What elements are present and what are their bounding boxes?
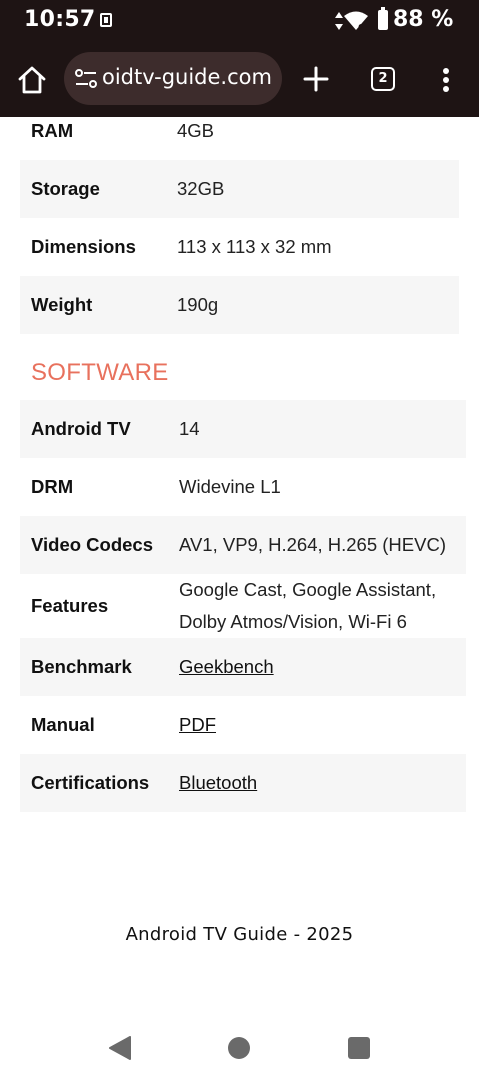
more-vert-icon[interactable] [436,64,456,96]
system-nav-bar [0,1020,479,1080]
certifications-link[interactable]: Bluetooth [179,772,257,794]
spec-value: AV1, VP9, H.264, H.265 (HEVC) [179,534,446,555]
url-text[interactable]: oidtv-guide.com [102,65,272,89]
url-bar[interactable]: oidtv-guide.com [64,52,282,105]
notification-icon [100,13,112,27]
footer-text: Android TV Guide - 2025 [125,924,354,945]
table-row: Benchmark Geekbench [20,638,466,696]
plus-icon[interactable] [302,65,330,93]
table-row: Weight 190g [20,276,459,334]
recents-icon[interactable] [348,1037,370,1059]
spec-label: Dimensions [31,236,136,257]
spec-label: Android TV [31,418,131,439]
table-row: Storage 32GB [20,160,459,218]
status-bar: 10:57 6 88 % [0,0,479,42]
table-row: RAM 4GB [20,117,459,160]
table-row: Android TV 14 [20,400,466,458]
status-time: 10:57 [24,7,96,32]
table-row: Dimensions 113 x 113 x 32 mm [20,218,459,276]
benchmark-link[interactable]: Geekbench [179,656,274,678]
table-row: DRM Widevine L1 [20,458,466,516]
spec-label: Certifications [31,772,150,793]
spec-value-line: Google Cast, Google Assistant, [179,579,437,600]
spec-value: 32GB [177,178,225,199]
hardware-spec-table: RAM 4GB Storage 32GB Dimensions 113 x 11… [20,117,459,334]
table-row: Manual PDF [20,696,466,754]
spec-value: 190g [177,294,219,315]
spec-value: 14 [179,418,200,439]
spec-label: Manual [31,714,95,735]
site-settings-icon[interactable] [74,68,98,90]
spec-value: 4GB [177,120,215,141]
spec-value: 113 x 113 x 32 mm [177,236,332,257]
svg-text:6: 6 [358,23,364,31]
spec-label: Weight [31,294,93,315]
spec-value-line: Dolby Atmos/Vision, Wi-Fi 6 [179,611,407,632]
spec-label: Storage [31,178,100,199]
table-row: Video Codecs AV1, VP9, H.264, H.265 (HEV… [20,516,466,574]
table-row: Certifications Bluetooth [20,754,466,812]
wifi-icon: 6 [344,11,368,31]
home-icon[interactable] [16,64,48,96]
browser-toolbar: oidtv-guide.com 2 [0,42,479,117]
home-circle-icon[interactable] [228,1037,250,1059]
battery-percentage: 88 % [393,7,454,32]
battery-icon [378,7,388,30]
back-icon[interactable] [108,1036,132,1060]
software-spec-table: Android TV 14 DRM Widevine L1 Video Code… [20,400,466,812]
mobile-data-icon [335,12,343,30]
manual-link[interactable]: PDF [179,714,216,736]
tab-switcher-icon[interactable]: 2 [371,67,395,91]
spec-value: Widevine L1 [179,476,281,497]
spec-label: Benchmark [31,656,132,677]
spec-label: Video Codecs [31,534,154,555]
spec-label: RAM [31,120,74,141]
spec-value: Google Cast, Google Assistant, Dolby Atm… [179,574,436,638]
table-row: Features Google Cast, Google Assistant, … [20,574,466,638]
page-content: RAM 4GB Storage 32GB Dimensions 113 x 11… [0,117,479,1030]
spec-label: Features [31,595,109,616]
spec-label: DRM [31,476,74,497]
section-heading: SOFTWARE [31,359,169,386]
